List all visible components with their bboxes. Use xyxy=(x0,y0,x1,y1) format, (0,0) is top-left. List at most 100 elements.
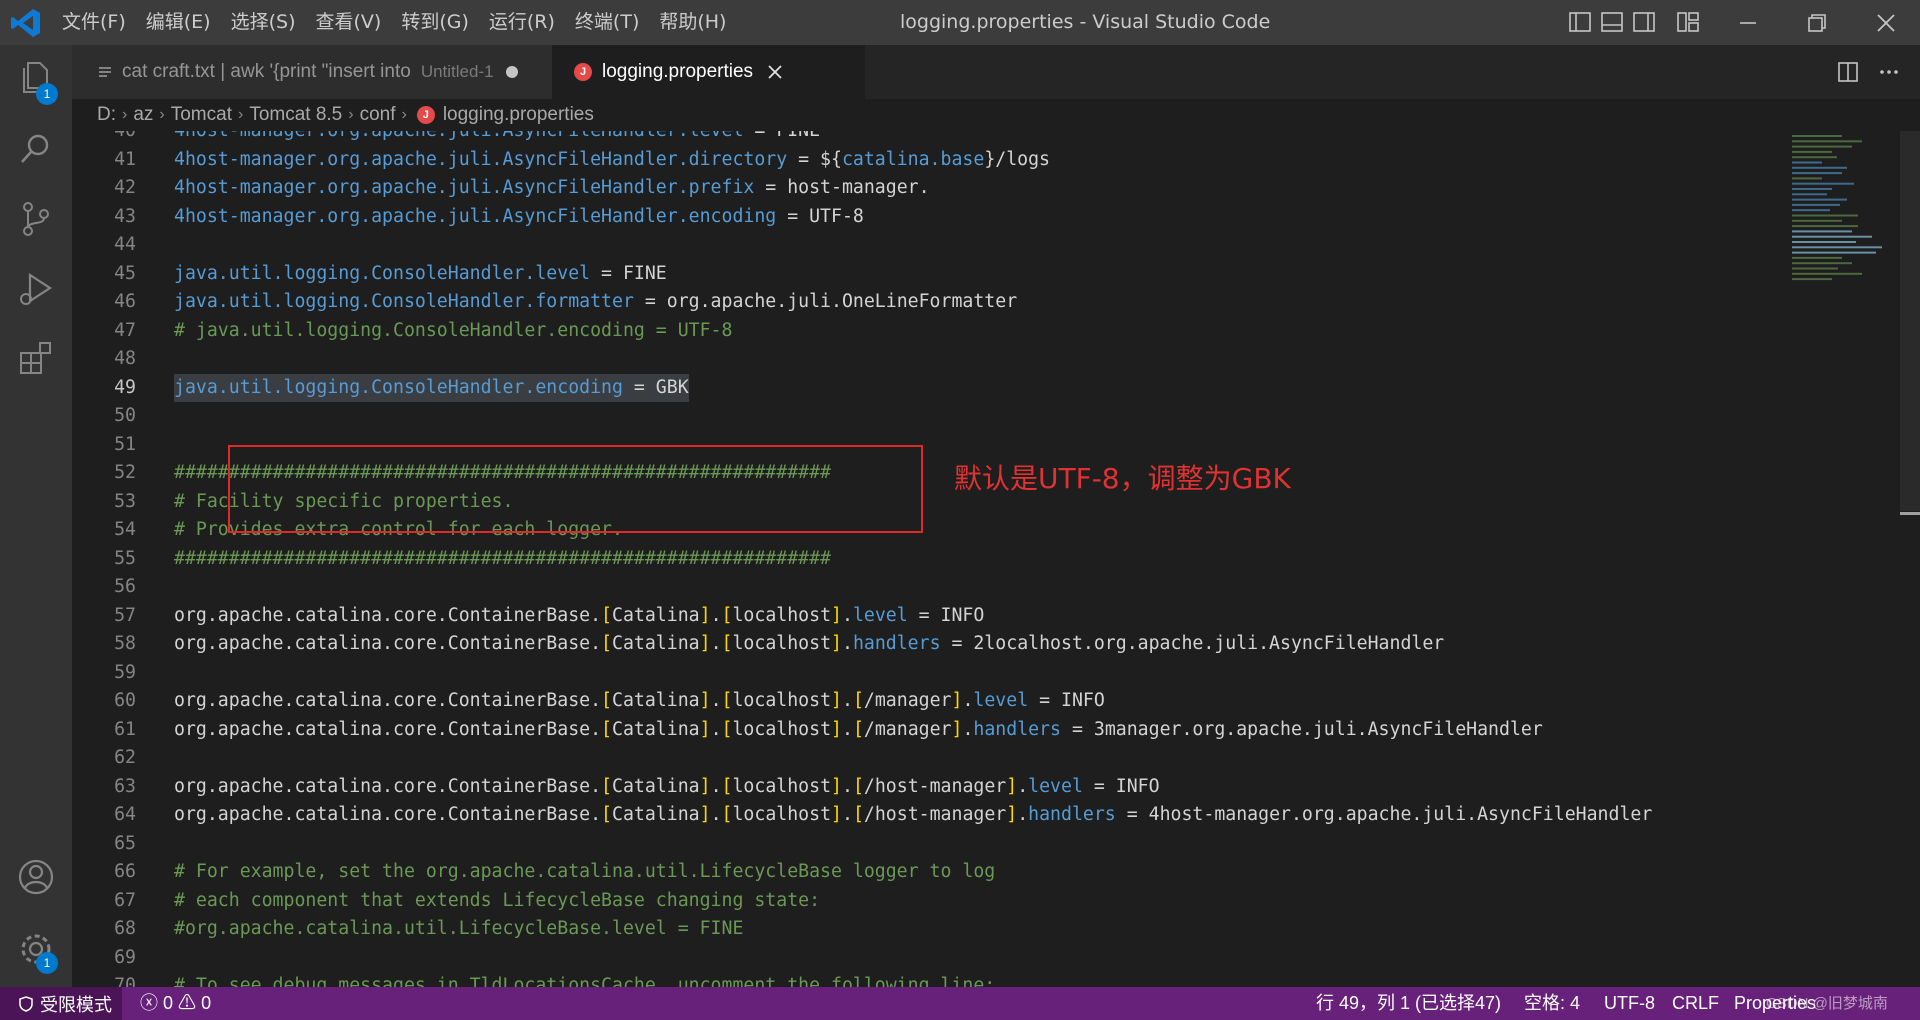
line-number: 56 xyxy=(114,576,136,597)
code-line[interactable]: 40 4host-manager.org.apache.juli.AsyncFil… xyxy=(72,131,1772,146)
unsaved-dot-icon[interactable] xyxy=(505,66,518,78)
restore-icon[interactable] xyxy=(1805,11,1829,35)
accounts-icon[interactable] xyxy=(16,857,56,897)
code-line[interactable]: 61 org.apache.catalina.core.ContainerBase… xyxy=(72,716,1772,745)
code-line[interactable]: 58 org.apache.catalina.core.ContainerBase… xyxy=(72,630,1772,659)
code-token: 4host-manager.org.apache.juli.AsyncFileH… xyxy=(174,205,777,227)
chevron-right-icon: › xyxy=(348,106,354,123)
code-line[interactable]: 46 java.util.logging.ConsoleHandler.forma… xyxy=(72,288,1772,317)
minimap-line xyxy=(1792,251,1876,254)
code-token: ] xyxy=(699,804,711,825)
breadcrumb-file[interactable]: logging.properties xyxy=(443,104,594,126)
source-control-icon[interactable] xyxy=(16,199,56,239)
code-token: = 4host-manager.org.apache.juli.AsyncFil… xyxy=(1115,804,1653,825)
title-bar: 文件(F) 编辑(E) 选择(S) 查看(V) 转到(G) 运行(R) 终端(T… xyxy=(0,0,1920,45)
menu-run[interactable]: 运行(R) xyxy=(479,0,565,45)
close-tab-icon[interactable] xyxy=(767,64,783,80)
tab-logging-properties[interactable]: J logging.properties xyxy=(552,45,865,99)
restricted-mode-label: 受限模式 xyxy=(40,994,112,1015)
extensions-icon[interactable] xyxy=(16,339,56,379)
customize-layout-icon[interactable] xyxy=(1676,10,1700,34)
search-icon[interactable] xyxy=(16,129,56,169)
menu-terminal[interactable]: 终端(T) xyxy=(565,0,649,45)
code-line[interactable]: 56 xyxy=(72,573,1772,602)
code-line[interactable]: 55 ######################################… xyxy=(72,545,1772,574)
close-window-icon[interactable] xyxy=(1874,11,1898,35)
code-line[interactable]: 50 xyxy=(72,402,1772,431)
run-debug-icon[interactable] xyxy=(16,269,56,309)
code-line[interactable]: 42 4host-manager.org.apache.juli.AsyncFil… xyxy=(72,174,1772,203)
code-line[interactable]: 47 # java.util.logging.ConsoleHandler.enc… xyxy=(72,317,1772,346)
code-token: localhost xyxy=(732,775,832,797)
tab-sublabel: Untitled-1 xyxy=(420,62,494,81)
breadcrumb-drive[interactable]: D: xyxy=(97,104,116,126)
menu-view[interactable]: 查看(V) xyxy=(306,0,392,45)
code-token: level xyxy=(973,690,1029,711)
file-encoding[interactable]: UTF-8 xyxy=(1604,987,1655,1020)
line-number: 40 xyxy=(72,131,136,146)
toggle-panel-icon[interactable] xyxy=(1600,10,1624,34)
code-line[interactable]: 70 # To see debug messages in TldLocation… xyxy=(72,972,1772,987)
code-token: # For example, set the org.apache.catali… xyxy=(174,861,996,882)
menu-go[interactable]: 转到(G) xyxy=(391,0,479,45)
code-line[interactable]: 63 org.apache.catalina.core.ContainerBase… xyxy=(72,773,1772,802)
window-title: logging.properties - Visual Studio Code xyxy=(900,11,1271,33)
breadcrumb-conf[interactable]: conf xyxy=(360,104,396,126)
minimize-icon[interactable] xyxy=(1736,11,1760,35)
code-line[interactable]: 66 # For example, set the org.apache.cata… xyxy=(72,858,1772,887)
breadcrumb-az[interactable]: az xyxy=(133,104,153,126)
code-line[interactable]: 62 xyxy=(72,744,1772,773)
code-token: . xyxy=(962,718,974,740)
code-line[interactable]: 59 xyxy=(72,659,1772,688)
indentation[interactable]: 空格: 4 xyxy=(1524,987,1580,1020)
menu-edit[interactable]: 编辑(E) xyxy=(136,0,221,45)
more-actions-icon[interactable] xyxy=(1878,61,1900,83)
code-line[interactable]: 48 xyxy=(72,345,1772,374)
line-number: 55 xyxy=(114,547,136,569)
menu-selection[interactable]: 选择(S) xyxy=(221,0,306,45)
line-ending[interactable]: CRLF xyxy=(1672,987,1719,1020)
line-code: org.apache.catalina.core.ContainerBase.[… xyxy=(174,716,1543,745)
code-line[interactable]: 41 4host-manager.org.apache.juli.AsyncFil… xyxy=(72,146,1772,175)
vertical-scrollbar[interactable] xyxy=(1900,131,1920,511)
minimap-line xyxy=(1792,219,1842,222)
tab-untitled-1[interactable]: cat craft.txt | awk '{print "insert into… xyxy=(72,45,552,99)
cursor-position[interactable]: 行 49，列 1 (已选择47) xyxy=(1316,987,1501,1020)
code-editor[interactable]: 40 4host-manager.org.apache.juli.AsyncFil… xyxy=(72,131,1920,987)
line-number: 64 xyxy=(114,804,136,825)
restricted-mode-indicator[interactable]: 受限模式 xyxy=(0,987,122,1020)
minimap-line xyxy=(1792,161,1822,164)
breadcrumb-tomcat[interactable]: Tomcat xyxy=(171,104,232,126)
toggle-primary-sidebar-icon[interactable] xyxy=(1568,10,1592,34)
minimap[interactable] xyxy=(1782,131,1902,291)
line-code: #org.apache.catalina.util.LifecycleBase.… xyxy=(174,915,743,944)
code-token: . xyxy=(710,804,722,825)
code-token: = org.apache.juli.OneLineFormatter xyxy=(633,291,1018,312)
code-line[interactable]: 43 4host-manager.org.apache.juli.AsyncFil… xyxy=(72,203,1772,232)
text-file-icon xyxy=(99,67,111,77)
code-line[interactable]: 44 xyxy=(72,231,1772,260)
minimap-line xyxy=(1792,278,1832,281)
toggle-secondary-sidebar-icon[interactable] xyxy=(1632,10,1656,34)
code-line[interactable]: 60 org.apache.catalina.core.ContainerBase… xyxy=(72,687,1772,716)
code-line[interactable]: 49 java.util.logging.ConsoleHandler.encod… xyxy=(72,373,1772,402)
code-line[interactable]: 67 # each component that extends Lifecycl… xyxy=(72,887,1772,916)
code-line[interactable]: 65 xyxy=(72,830,1772,859)
problems-indicator[interactable]: ⓧ 0 ⚠ 0 xyxy=(140,987,211,1020)
scrollbar-thumb[interactable] xyxy=(1900,512,1920,515)
code-line[interactable]: 64 org.apache.catalina.core.ContainerBase… xyxy=(72,801,1772,830)
code-token: localhost xyxy=(732,690,832,711)
split-editor-icon[interactable] xyxy=(1837,61,1859,83)
code-token: = GBK xyxy=(622,376,689,398)
line-number: 53 xyxy=(114,490,136,512)
menu-bar: 文件(F) 编辑(E) 选择(S) 查看(V) 转到(G) 运行(R) 终端(T… xyxy=(52,0,736,45)
code-line[interactable]: 45 java.util.logging.ConsoleHandler.level… xyxy=(72,260,1772,289)
menu-help[interactable]: 帮助(H) xyxy=(649,0,736,45)
breadcrumb-tomcat-85[interactable]: Tomcat 8.5 xyxy=(249,104,342,126)
code-line[interactable]: 69 xyxy=(72,944,1772,973)
menu-file[interactable]: 文件(F) xyxy=(52,0,136,45)
code-token: java.util.logging.ConsoleHandler.formatt… xyxy=(174,291,634,312)
code-token: ] xyxy=(831,690,842,711)
code-line[interactable]: 57 org.apache.catalina.core.ContainerBase… xyxy=(72,602,1772,631)
code-line[interactable]: 68 #org.apache.catalina.util.LifecycleBas… xyxy=(72,915,1772,944)
